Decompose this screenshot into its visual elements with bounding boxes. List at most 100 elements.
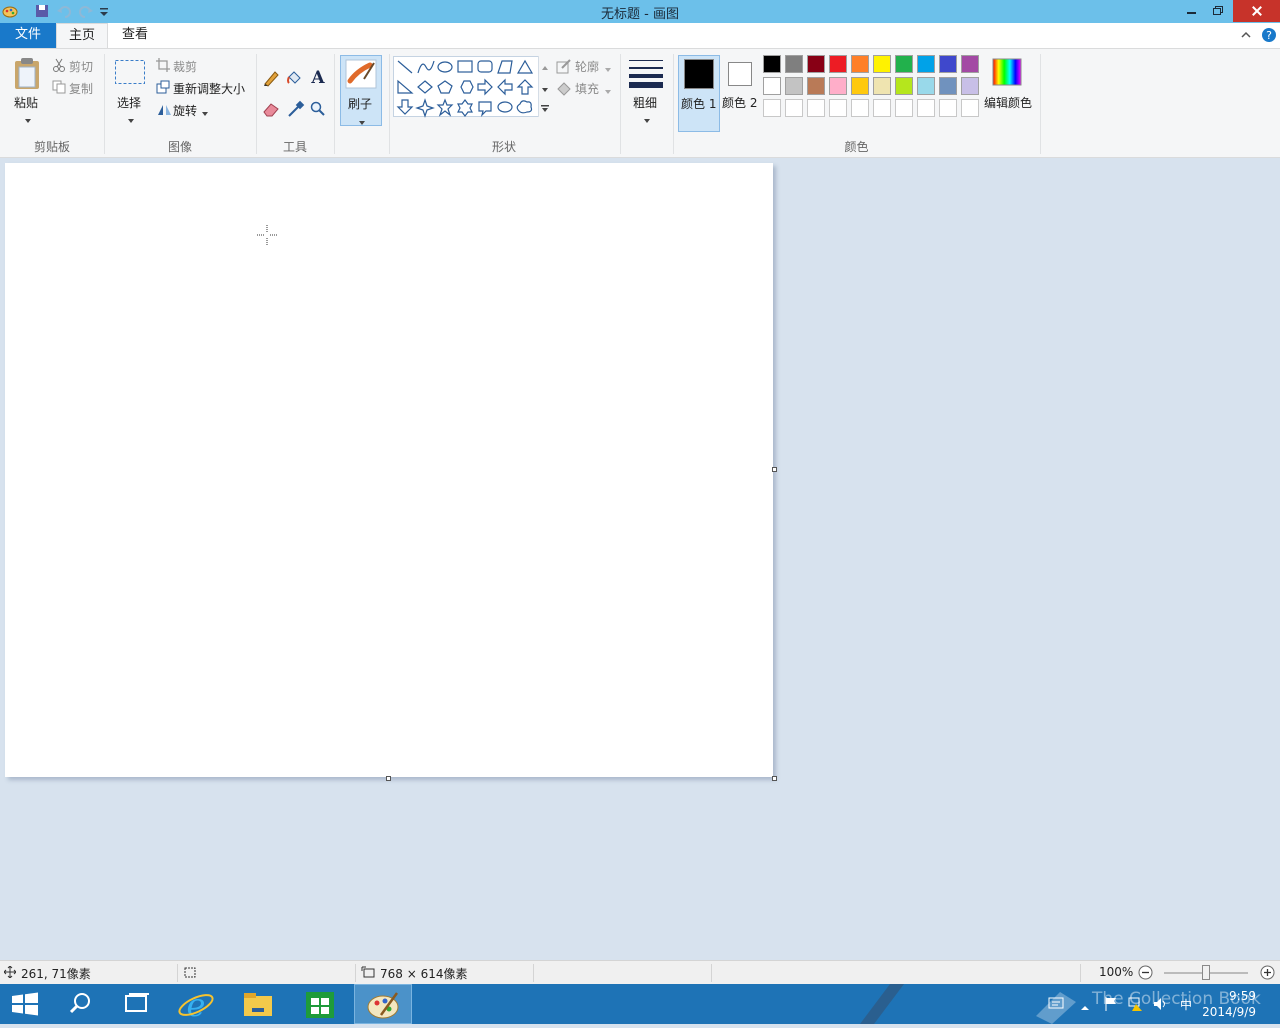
minimize-button[interactable] xyxy=(1178,0,1206,22)
brushes-button[interactable]: 刷子 xyxy=(340,55,382,126)
palette-custom-slot[interactable] xyxy=(917,99,935,117)
palette-color-swatch[interactable] xyxy=(939,77,957,95)
palette-custom-slot[interactable] xyxy=(939,99,957,117)
palette-color-swatch[interactable] xyxy=(895,55,913,73)
zoom-slider-thumb[interactable] xyxy=(1202,965,1210,980)
cut-icon[interactable] xyxy=(52,58,66,75)
show-hidden-icons-icon[interactable] xyxy=(1080,1001,1090,1015)
store-icon[interactable] xyxy=(292,984,348,1024)
paste-label[interactable]: 粘贴 xyxy=(14,94,38,111)
palette-color-swatch[interactable] xyxy=(785,77,803,95)
paste-dropdown-icon[interactable] xyxy=(24,113,32,127)
palette-color-swatch[interactable] xyxy=(917,55,935,73)
outline-icon[interactable] xyxy=(556,58,572,77)
palette-color-swatch[interactable] xyxy=(873,55,891,73)
zoom-in-icon[interactable] xyxy=(1260,965,1275,983)
resize-label[interactable]: 重新调整大小 xyxy=(173,80,245,97)
palette-color-swatch[interactable] xyxy=(961,77,979,95)
palette-color-swatch[interactable] xyxy=(961,55,979,73)
tab-file[interactable]: 文件 xyxy=(0,23,56,48)
outline-dropdown-icon[interactable] xyxy=(604,62,612,76)
cut-label[interactable]: 剪切 xyxy=(69,58,93,75)
palette-color-swatch[interactable] xyxy=(763,55,781,73)
fill-label[interactable]: 填充 xyxy=(575,80,599,97)
palette-custom-slot[interactable] xyxy=(961,99,979,117)
color1-button[interactable]: 颜色 1 xyxy=(678,55,720,132)
palette-color-swatch[interactable] xyxy=(807,77,825,95)
paint-taskbar-button[interactable] xyxy=(354,984,412,1024)
palette-custom-slot[interactable] xyxy=(829,99,847,117)
resize-handle-bottom[interactable] xyxy=(386,776,391,781)
help-icon[interactable]: ? xyxy=(1261,27,1277,46)
paste-icon[interactable] xyxy=(13,57,41,94)
close-button[interactable] xyxy=(1233,0,1280,22)
color-picker-icon[interactable] xyxy=(287,100,305,121)
select-label[interactable]: 选择 xyxy=(117,94,141,111)
resize-handle-corner[interactable] xyxy=(772,776,777,781)
clock-time[interactable]: 9:59 xyxy=(1229,989,1256,1003)
clock-date[interactable]: 2014/9/9 xyxy=(1202,1005,1256,1019)
palette-color-swatch[interactable] xyxy=(851,77,869,95)
rotate-label[interactable]: 旋转 xyxy=(173,102,197,119)
internet-explorer-icon[interactable]: e xyxy=(168,984,224,1024)
rotate-dropdown-icon[interactable] xyxy=(201,106,209,120)
collapse-ribbon-icon[interactable] xyxy=(1240,29,1252,44)
network-warning-icon[interactable] xyxy=(1128,996,1144,1015)
palette-color-swatch[interactable] xyxy=(939,55,957,73)
copy-icon[interactable] xyxy=(52,80,66,97)
tab-view[interactable]: 查看 xyxy=(110,23,160,48)
palette-custom-slot[interactable] xyxy=(851,99,869,117)
zoom-out-icon[interactable] xyxy=(1138,965,1153,983)
palette-custom-slot[interactable] xyxy=(785,99,803,117)
palette-color-swatch[interactable] xyxy=(763,77,781,95)
resize-handle-right[interactable] xyxy=(772,467,777,472)
volume-icon[interactable] xyxy=(1152,996,1168,1015)
palette-color-swatch[interactable] xyxy=(807,55,825,73)
fill-icon[interactable] xyxy=(556,80,572,99)
outline-label[interactable]: 轮廓 xyxy=(575,58,599,75)
select-dropdown-icon[interactable] xyxy=(127,113,135,127)
gallery-expand-icon[interactable] xyxy=(541,102,549,116)
search-icon[interactable] xyxy=(52,984,108,1024)
tab-home[interactable]: 主页 xyxy=(56,23,108,48)
edit-colors-icon[interactable] xyxy=(992,58,1022,89)
palette-color-swatch[interactable] xyxy=(895,77,913,95)
restore-button[interactable] xyxy=(1204,0,1232,22)
fill-dropdown-icon[interactable] xyxy=(604,84,612,98)
size-icon[interactable] xyxy=(629,58,663,91)
palette-custom-slot[interactable] xyxy=(895,99,913,117)
drawing-canvas[interactable] xyxy=(5,163,773,777)
palette-color-swatch[interactable] xyxy=(829,55,847,73)
palette-custom-slot[interactable] xyxy=(873,99,891,117)
color2-button[interactable]: 颜色 2 xyxy=(722,55,762,132)
palette-color-swatch[interactable] xyxy=(851,55,869,73)
pencil-icon[interactable] xyxy=(262,69,280,90)
scroll-up-icon[interactable] xyxy=(541,60,549,74)
scroll-down-icon[interactable] xyxy=(541,82,549,96)
select-icon[interactable] xyxy=(114,59,146,88)
edit-colors-label[interactable]: 编辑颜色 xyxy=(984,94,1032,111)
rotate-icon[interactable] xyxy=(156,102,172,119)
palette-color-swatch[interactable] xyxy=(917,77,935,95)
flag-icon[interactable] xyxy=(1104,996,1118,1015)
palette-color-swatch[interactable] xyxy=(829,77,847,95)
task-view-icon[interactable] xyxy=(108,984,164,1024)
action-center-icon[interactable] xyxy=(1048,997,1064,1014)
crop-label[interactable]: 裁剪 xyxy=(173,58,197,75)
file-explorer-icon[interactable] xyxy=(230,984,286,1024)
palette-color-swatch[interactable] xyxy=(873,77,891,95)
input-method-icon[interactable]: 中 xyxy=(1178,996,1194,1015)
size-dropdown-icon[interactable] xyxy=(643,113,651,127)
size-label[interactable]: 粗细 xyxy=(633,94,657,111)
fill-bucket-icon[interactable] xyxy=(285,69,303,90)
palette-custom-slot[interactable] xyxy=(807,99,825,117)
magnifier-icon[interactable] xyxy=(310,101,326,120)
text-tool-icon[interactable]: A xyxy=(310,68,326,89)
copy-label[interactable]: 复制 xyxy=(69,80,93,97)
palette-custom-slot[interactable] xyxy=(763,99,781,117)
resize-icon[interactable] xyxy=(156,80,170,97)
start-button[interactable] xyxy=(0,984,50,1024)
palette-color-swatch[interactable] xyxy=(785,55,803,73)
crop-icon[interactable] xyxy=(156,58,170,75)
eraser-icon[interactable] xyxy=(262,101,280,120)
